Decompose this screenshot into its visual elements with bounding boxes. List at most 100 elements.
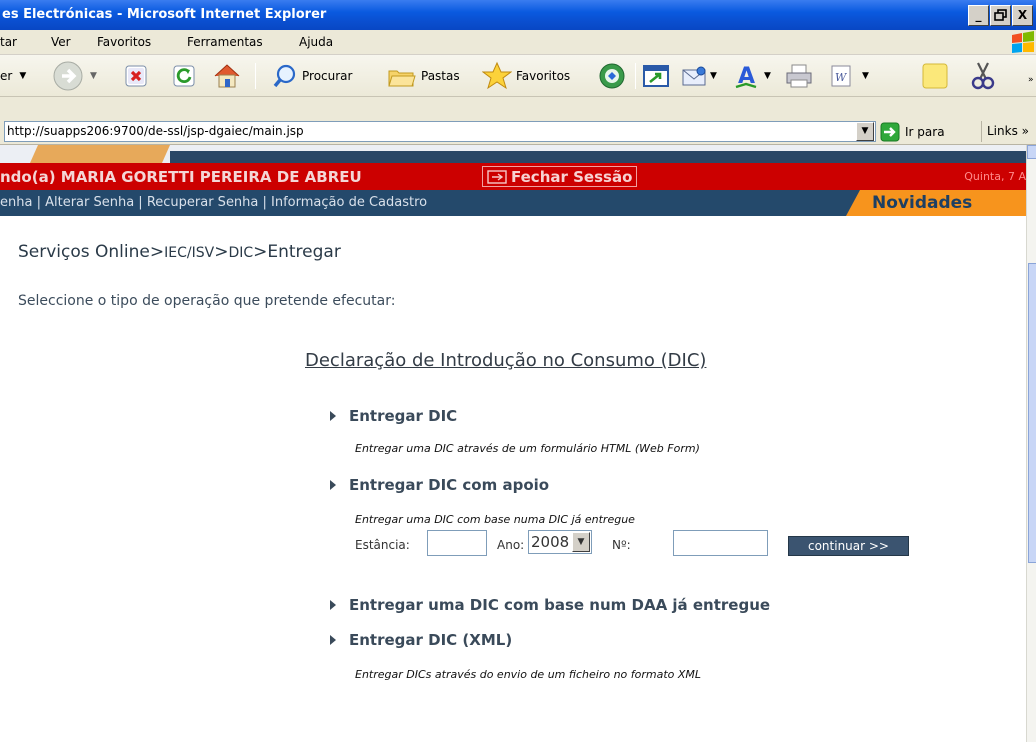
favorites-label: Favoritos [516, 69, 571, 83]
news-tab[interactable]: Novidades [846, 190, 1026, 216]
forward-button[interactable]: ▼ [52, 61, 97, 91]
section-title[interactable]: Declaração de Introdução no Consumo (DIC… [305, 350, 706, 371]
links-button[interactable]: Links » [981, 121, 1029, 142]
font-size-icon: A [735, 64, 757, 89]
toolbar-chevron-icon[interactable]: » [1028, 75, 1034, 85]
go-arrow-icon [880, 122, 900, 141]
numero-label: Nº: [612, 538, 631, 552]
breadcrumb-services[interactable]: Serviços Online [18, 242, 150, 262]
search-label: Procurar [302, 69, 353, 83]
media-icon [599, 63, 625, 89]
search-button[interactable]: Procurar [272, 63, 352, 89]
toolbar-spacer [0, 97, 1036, 118]
breadcrumb-separator: > [253, 242, 268, 262]
ano-select[interactable]: 2008 ▼ [528, 530, 592, 554]
go-label: Ir para [905, 124, 945, 139]
dic-support-form: Estância: Ano: 2008 ▼ Nº: continuar >> [355, 529, 915, 557]
home-button[interactable] [212, 63, 242, 89]
folders-label: Pastas [421, 69, 460, 83]
history-icon [643, 65, 669, 87]
bullet-arrow-icon [330, 600, 336, 610]
address-input[interactable]: http://suapps206:9700/de-ssl/jsp-dgaiec/… [4, 121, 876, 142]
standard-toolbar: er ▼ ▼ Procurar Pastas Favoritos ▼ A ▼ W… [0, 55, 1036, 97]
word-icon: W [831, 65, 851, 87]
edit-button[interactable]: A ▼ [732, 63, 771, 89]
maximize-button[interactable] [990, 5, 1011, 26]
history-button[interactable] [642, 63, 670, 89]
mail-button[interactable]: ▼ [680, 63, 717, 89]
back-button[interactable]: er ▼ [0, 63, 26, 89]
star-icon [482, 61, 512, 90]
refresh-button[interactable] [172, 63, 196, 89]
menu-favorites[interactable]: Favoritos [97, 35, 151, 49]
account-nav: enha | Alterar Senha | Recuperar Senha |… [0, 190, 1026, 216]
option-label: Entregar DIC com apoio [349, 476, 550, 494]
menu-tools[interactable]: Ferramentas [187, 35, 263, 49]
bullet-arrow-icon [330, 480, 336, 490]
folders-icon [388, 70, 416, 87]
option-entregar-dic[interactable]: Entregar DIC [330, 407, 457, 425]
go-button[interactable]: Ir para [880, 121, 945, 142]
news-label: Novidades [872, 193, 973, 213]
scissors-icon [971, 62, 995, 90]
close-window-button[interactable]: X [1012, 5, 1033, 26]
favorites-button[interactable]: Favoritos [482, 61, 571, 90]
print-button[interactable] [784, 63, 814, 89]
scroll-up-button[interactable] [1027, 145, 1036, 159]
breadcrumb-iec-isv[interactable]: IEC/ISV [164, 245, 214, 261]
stop-icon [125, 65, 147, 87]
instruction-text: Seleccione o tipo de operação que preten… [18, 293, 396, 309]
option-label: Entregar DIC (XML) [349, 631, 513, 649]
edit-dropdown-icon: ▼ [764, 71, 771, 81]
home-icon [214, 64, 240, 88]
svg-text:W: W [835, 71, 848, 84]
restore-icon [994, 9, 1007, 21]
date-text: Quinta, 7 A [964, 170, 1026, 183]
bullet-arrow-icon [330, 411, 336, 421]
media-button[interactable] [598, 63, 626, 89]
scroll-thumb[interactable] [1028, 263, 1036, 563]
menu-view[interactable]: Ver [51, 35, 71, 49]
continue-button[interactable]: continuar >> [788, 536, 909, 556]
word-dropdown-icon: ▼ [862, 71, 869, 81]
word-button[interactable]: W ▼ [828, 63, 869, 89]
breadcrumb-separator: > [149, 242, 165, 262]
option-description: Entregar DICs através do envio de um fic… [355, 668, 702, 681]
account-nav-links[interactable]: enha | Alterar Senha | Recuperar Senha |… [0, 195, 427, 210]
links-label: Links [987, 124, 1018, 138]
folders-button[interactable]: Pastas [387, 63, 460, 89]
refresh-icon [173, 65, 195, 87]
menu-help[interactable]: Ajuda [299, 35, 333, 49]
address-dropdown-button[interactable]: ▼ [856, 122, 874, 141]
user-bar: ndo(a) MARIA GORETTI PEREIRA DE ABREU Fe… [0, 163, 1026, 190]
numero-input[interactable] [673, 530, 768, 556]
page-content: ndo(a) MARIA GORETTI PEREIRA DE ABREU Fe… [0, 145, 1026, 742]
cut-button[interactable] [968, 62, 998, 90]
mail-icon [682, 66, 706, 86]
estancia-label: Estância: [355, 538, 410, 552]
toolbar-separator [255, 63, 256, 89]
logout-button[interactable]: Fechar Sessão [482, 166, 638, 187]
forward-arrow-icon [53, 61, 83, 91]
stop-button[interactable] [124, 63, 148, 89]
minimize-button[interactable]: _ [968, 5, 989, 26]
search-icon [273, 64, 296, 88]
user-greeting: ndo(a) MARIA GORETTI PEREIRA DE ABREU [0, 168, 362, 186]
discuss-button[interactable] [920, 63, 950, 89]
menu-file[interactable]: tar [0, 35, 17, 49]
option-entregar-dic-apoio[interactable]: Entregar DIC com apoio [330, 476, 549, 494]
breadcrumb-dic[interactable]: DIC [228, 245, 253, 261]
mail-dropdown-icon: ▼ [710, 71, 717, 81]
logout-label: Fechar Sessão [511, 167, 633, 186]
breadcrumb-separator: > [214, 242, 229, 262]
vertical-scrollbar[interactable] [1026, 145, 1036, 742]
toolbar-separator [635, 63, 636, 89]
estancia-input[interactable] [427, 530, 487, 556]
address-bar: http://suapps206:9700/de-ssl/jsp-dgaiec/… [0, 118, 1036, 145]
breadcrumb: Serviços Online>IEC/ISV>DIC>Entregar [18, 242, 341, 262]
option-entregar-dic-daa[interactable]: Entregar uma DIC com base num DAA já ent… [330, 596, 770, 614]
site-header-band [170, 151, 1026, 163]
option-entregar-dic-xml[interactable]: Entregar DIC (XML) [330, 631, 512, 649]
site-tab [30, 145, 170, 163]
back-dropdown-icon: ▼ [19, 71, 27, 81]
